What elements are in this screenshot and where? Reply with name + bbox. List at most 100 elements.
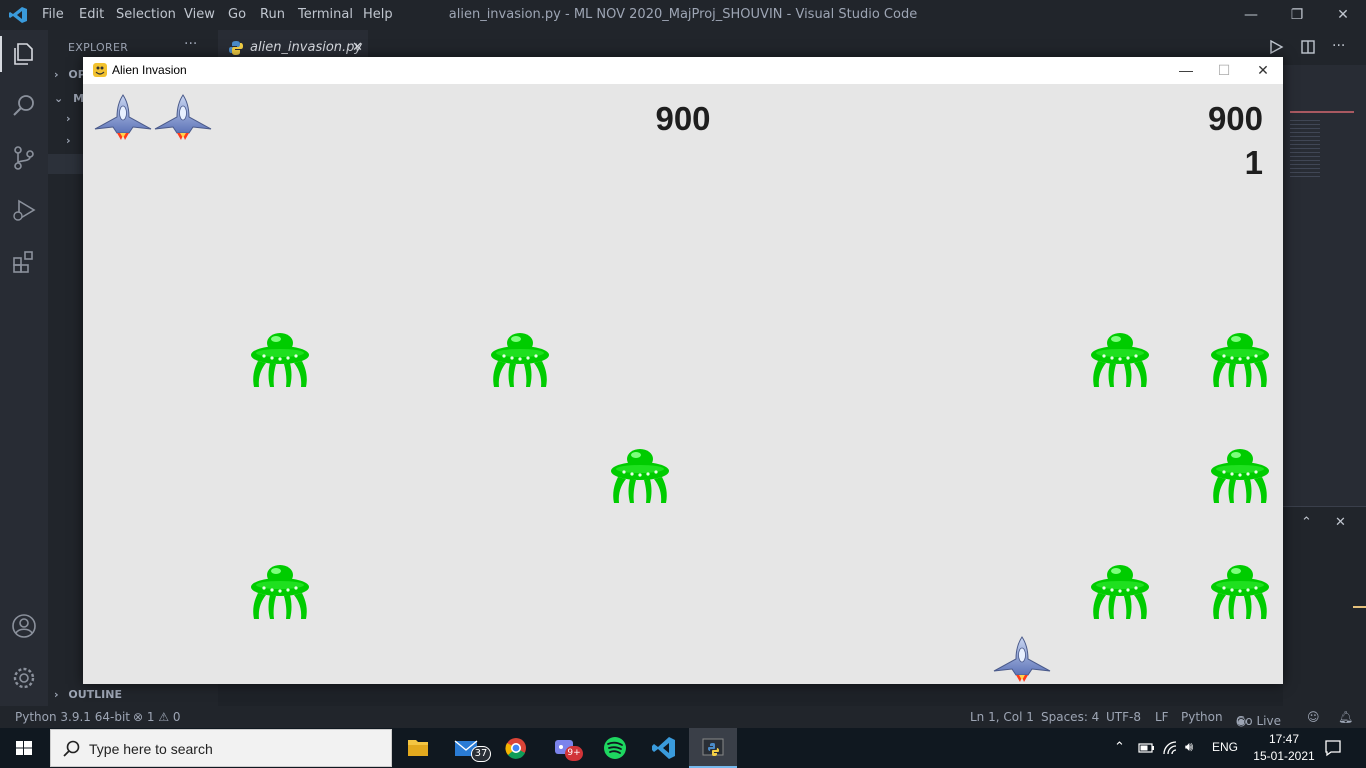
ship-life-icon [153,93,213,141]
alien-ship [1210,563,1270,621]
status-bar: Python 3.9.1 64-bit ⊗ 1 ⚠ 0 Ln 1, Col 1 … [0,706,1366,728]
windows-start-icon[interactable] [0,728,48,768]
python-taskbar-app[interactable] [689,728,737,768]
python-app-icon [702,738,724,756]
menu-go[interactable]: Go [228,7,246,22]
chat-badge: 9+ [565,746,583,761]
extensions-icon[interactable] [10,248,38,276]
alien-ship [490,331,550,389]
vscode-taskbar-icon[interactable] [640,728,688,768]
game-close-button[interactable]: ✕ [1243,57,1283,84]
python-interpreter[interactable]: Python 3.9.1 64-bit [15,710,130,724]
input-language[interactable]: ENG [1212,740,1238,754]
level-display: 1 [1244,144,1263,181]
clock-time[interactable]: 17:47 [1264,732,1304,746]
menu-selection[interactable]: Selection [116,7,176,22]
folder-item-2[interactable]: › [66,134,71,147]
menu-file[interactable]: File [42,7,64,22]
account-icon[interactable] [10,612,38,640]
mail-badge: 37 [471,746,491,762]
chat-app[interactable]: 9+ [541,728,589,768]
restore-button[interactable]: ❐ [1274,0,1320,30]
menu-edit[interactable]: Edit [79,7,104,22]
game-canvas[interactable]: 900 900 1 [83,84,1283,684]
run-file-icon[interactable] [1268,39,1284,55]
close-panel-icon[interactable]: ✕ [1335,515,1346,530]
encoding[interactable]: UTF-8 [1106,710,1141,724]
vscode-titlebar: File Edit Selection View Go Run Terminal… [0,0,1366,30]
alien-invasion-window: Alien Invasion — ☐ ✕ 900 900 1 [83,57,1283,684]
tray-chevron-up-icon[interactable]: ⌃ [1114,739,1125,755]
settings-gear-icon[interactable] [10,664,38,692]
menu-help[interactable]: Help [363,7,393,22]
player-ship [992,635,1052,683]
game-window-title: Alien Invasion [112,63,187,77]
game-titlebar: Alien Invasion — ☐ ✕ [83,57,1283,84]
desktop: File Edit Selection View Go Run Terminal… [0,0,1366,768]
alien-ship [610,447,670,505]
battery-icon[interactable] [1138,741,1156,755]
python-file-icon [229,41,243,55]
chrome-icon[interactable] [492,728,540,768]
chevron-down-icon: ⌄ [54,92,64,105]
chevron-right-icon: › [54,688,59,701]
notifications-bell-icon[interactable]: 🔔︎ [1338,710,1353,724]
section-open-editors[interactable]: › OP [54,68,86,81]
maximize-panel-icon[interactable]: ⌃ [1301,515,1312,530]
close-button[interactable]: ✕ [1320,0,1366,30]
alien-ship [250,563,310,621]
tab-close-icon[interactable]: ✕ [352,40,363,55]
pygame-snake-icon [93,63,107,77]
menu-view[interactable]: View [184,7,215,22]
game-minimize-button[interactable]: — [1166,57,1206,84]
outline-section[interactable]: › OUTLINE [54,688,122,701]
indentation[interactable]: Spaces: 4 [1041,710,1099,724]
spotify-icon[interactable] [591,728,639,768]
bottom-panel: ⌃ ✕ [1283,506,1366,706]
problems-indicator[interactable]: ⊗ 1 ⚠ 0 [133,710,181,724]
menu-terminal[interactable]: Terminal [298,7,353,22]
minimap-line [1290,111,1354,113]
chevron-right-icon: › [54,68,59,81]
activity-bar [0,30,48,706]
vscode-logo-icon [9,7,27,23]
alien-ship [1210,331,1270,389]
language-mode[interactable]: Python [1181,710,1223,724]
game-maximize-button[interactable]: ☐ [1204,57,1244,84]
feedback-icon[interactable]: ☺ [1307,710,1320,724]
folder-item-1[interactable]: › [66,112,71,125]
clock-date[interactable]: 15-01-2021 [1248,749,1320,763]
taskbar-search-box[interactable]: Type here to search [50,729,392,767]
explorer-more-icon[interactable]: ··· [184,36,197,52]
alien-ship [1090,563,1150,621]
mail-app[interactable]: 37 [443,728,491,768]
ship-life-icon [93,93,153,141]
high-score-display: 900 [1207,100,1263,137]
file-explorer-icon[interactable] [394,728,442,768]
chat-icon [555,740,573,754]
wifi-icon[interactable] [1162,740,1180,756]
run-debug-icon[interactable] [10,196,38,224]
cursor-position[interactable]: Ln 1, Col 1 [970,710,1034,724]
panel-indicator [1353,606,1366,608]
menu-run[interactable]: Run [260,7,285,22]
search-icon[interactable] [10,92,38,120]
minimize-button[interactable]: — [1228,0,1274,30]
score-display: 900 [655,100,711,137]
volume-icon[interactable]: 🔊︎ [1185,739,1193,755]
split-editor-icon[interactable] [1300,39,1316,55]
tab-label: alien_invasion.py [250,40,363,55]
search-icon [63,740,80,757]
notification-center-icon[interactable] [1324,739,1342,757]
alien-ship [250,331,310,389]
line-ending[interactable]: LF [1155,710,1169,724]
alien-ship [1210,447,1270,505]
explorer-icon[interactable] [10,40,38,68]
search-placeholder: Type here to search [89,741,213,757]
minimap [1290,120,1320,180]
explorer-title: EXPLORER [68,41,129,54]
source-control-icon[interactable] [10,144,38,172]
alien-ship [1090,331,1150,389]
more-actions-icon[interactable]: ··· [1332,38,1345,54]
windows-taskbar: Type here to search 37 9+ ⌃ 🔊︎ ENG 17:47… [0,728,1366,768]
